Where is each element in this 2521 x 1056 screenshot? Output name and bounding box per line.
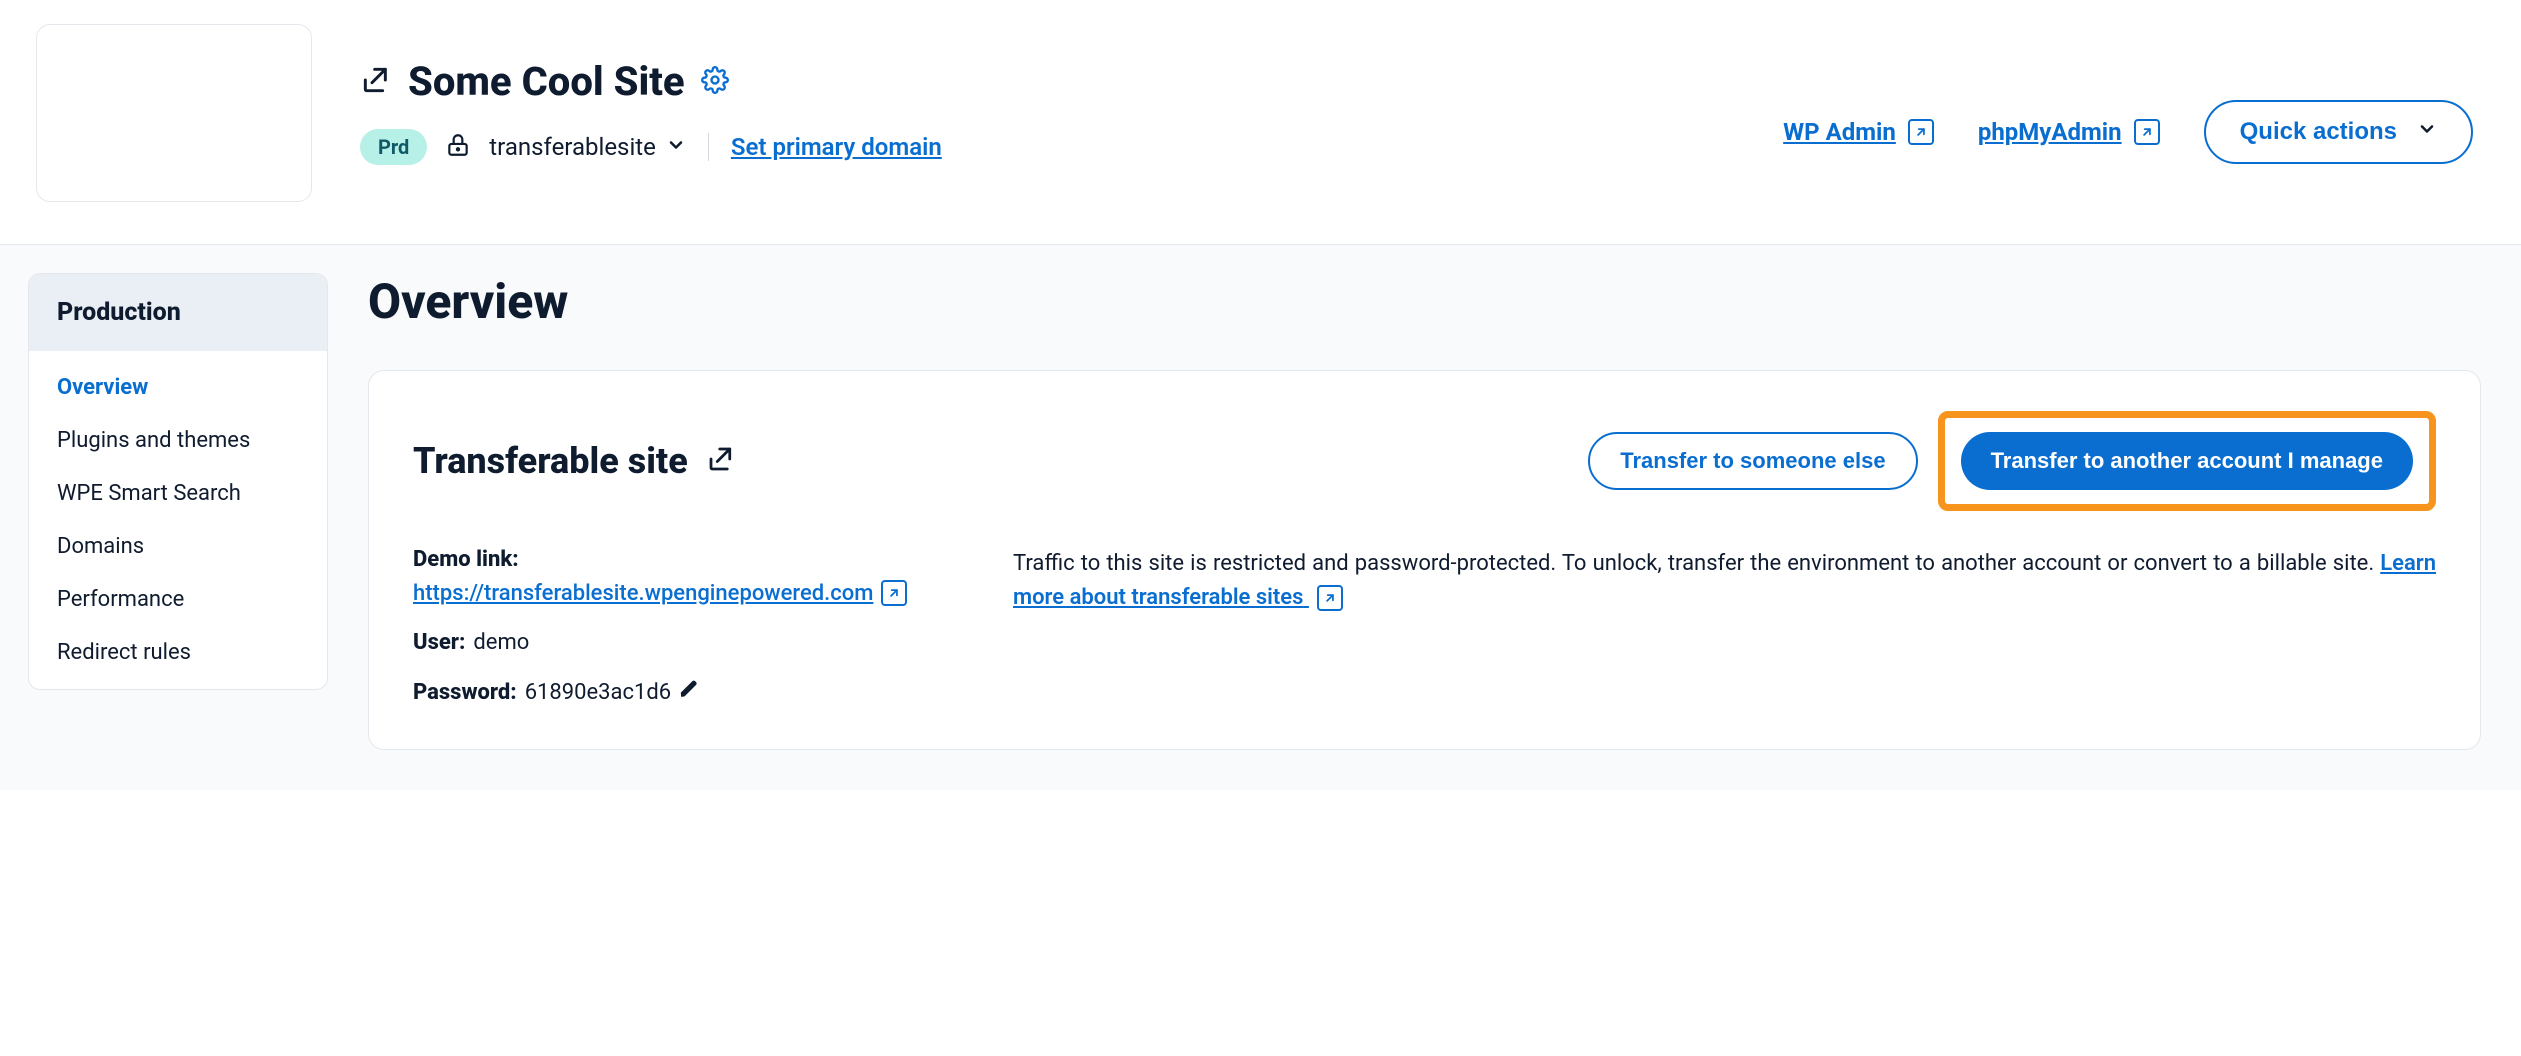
edit-password-icon[interactable] — [679, 679, 699, 705]
chevron-down-icon — [2417, 118, 2437, 146]
environment-row: Prd transferablesite Set primary domain — [360, 129, 1735, 165]
transferable-icon — [360, 64, 392, 100]
site-title-row: Some Cool Site — [360, 58, 1735, 105]
transferable-icon — [706, 444, 736, 478]
sidebar-item-domains[interactable]: Domains — [29, 520, 327, 573]
card-details: Demo link: https://transferablesite.wpen… — [413, 547, 953, 705]
demo-link-label: Demo link: — [413, 547, 519, 572]
sidebar-item-overview[interactable]: Overview — [29, 361, 327, 414]
sidebar-item-redirect-rules[interactable]: Redirect rules — [29, 626, 327, 679]
quick-actions-button[interactable]: Quick actions — [2204, 100, 2473, 164]
external-link-icon — [1908, 119, 1934, 145]
card-title: Transferable site — [413, 440, 688, 482]
password-row: Password: 61890e3ac1d6 — [413, 679, 953, 705]
lock-icon — [445, 132, 471, 162]
phpmyadmin-label: phpMyAdmin — [1978, 118, 2122, 146]
transfer-to-my-account-button[interactable]: Transfer to another account I manage — [1961, 432, 2413, 490]
separator — [708, 133, 709, 161]
sidebar-list: Overview Plugins and themes WPE Smart Se… — [29, 351, 327, 689]
sidebar-item-smart-search[interactable]: WPE Smart Search — [29, 467, 327, 520]
page-title: Overview — [368, 273, 2481, 330]
site-header: Some Cool Site Prd transferablesite Set … — [0, 0, 2521, 245]
card-header: Transferable site Transfer to someone el… — [413, 411, 2436, 511]
wp-admin-link[interactable]: WP Admin — [1783, 118, 1934, 146]
external-link-icon — [2134, 119, 2160, 145]
card-title-group: Transferable site — [413, 440, 736, 482]
site-title: Some Cool Site — [408, 58, 685, 105]
env-slug: transferablesite — [489, 133, 656, 161]
settings-icon[interactable] — [701, 66, 729, 98]
user-row: User: demo — [413, 630, 953, 655]
header-actions: WP Admin phpMyAdmin Quick actions — [1783, 100, 2473, 164]
sidebar-item-performance[interactable]: Performance — [29, 573, 327, 626]
card-body: Demo link: https://transferablesite.wpen… — [413, 547, 2436, 705]
demo-link-row: Demo link: https://transferablesite.wpen… — [413, 547, 953, 606]
password-value: 61890e3ac1d6 — [525, 680, 671, 705]
content-area: Overview Transferable site Transfer to s… — [328, 245, 2521, 790]
set-primary-domain-link[interactable]: Set primary domain — [731, 133, 942, 161]
card-description: Traffic to this site is restricted and p… — [1013, 547, 2436, 705]
external-link-icon[interactable] — [881, 580, 907, 606]
transfer-to-someone-button[interactable]: Transfer to someone else — [1588, 432, 1917, 490]
quick-actions-label: Quick actions — [2240, 118, 2397, 146]
password-label: Password: — [413, 680, 517, 705]
chevron-down-icon — [666, 133, 686, 161]
sidebar-heading: Production — [29, 274, 327, 351]
card-actions: Transfer to someone else Transfer to ano… — [1588, 411, 2436, 511]
card-desc-text: Traffic to this site is restricted and p… — [1013, 551, 2380, 576]
transferable-card: Transferable site Transfer to someone el… — [368, 370, 2481, 750]
env-selector[interactable]: transferablesite — [489, 133, 686, 161]
site-thumbnail — [36, 24, 312, 202]
user-label: User: — [413, 630, 465, 655]
user-value: demo — [473, 630, 529, 655]
wp-admin-label: WP Admin — [1783, 118, 1896, 146]
sidebar: Production Overview Plugins and themes W… — [28, 273, 328, 690]
highlight-frame: Transfer to another account I manage — [1938, 411, 2436, 511]
sidebar-item-plugins[interactable]: Plugins and themes — [29, 414, 327, 467]
main-area: Production Overview Plugins and themes W… — [0, 245, 2521, 790]
external-link-icon — [1317, 585, 1343, 611]
demo-link[interactable]: https://transferablesite.wpenginepowered… — [413, 581, 873, 606]
env-badge: Prd — [360, 129, 427, 165]
site-header-main: Some Cool Site Prd transferablesite Set … — [360, 24, 1735, 165]
phpmyadmin-link[interactable]: phpMyAdmin — [1978, 118, 2160, 146]
